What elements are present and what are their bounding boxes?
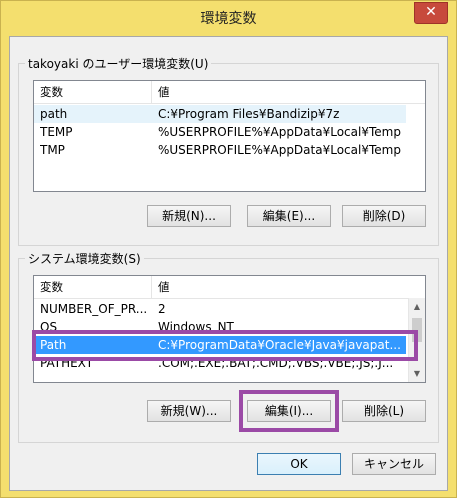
variable-value: 2 bbox=[158, 302, 166, 316]
user-variables-list[interactable]: 変数 値 path C:¥Program Files¥Bandizip¥7z T… bbox=[33, 80, 426, 192]
vertical-scrollbar[interactable]: ▲ ▼ bbox=[408, 298, 425, 382]
title-bar[interactable]: 環境変数 ✕ bbox=[1, 1, 456, 35]
dialog-client-area: takoyaki のユーザー環境変数(U) 変数 値 path C:¥Progr… bbox=[9, 36, 448, 491]
table-row[interactable]: PATHEXT .COM;.EXE;.BAT;.CMD;.VBS;.VBE;.J… bbox=[34, 354, 406, 372]
system-list-header: 変数 値 bbox=[34, 276, 425, 299]
table-row[interactable]: OS Windows_NT bbox=[34, 318, 406, 336]
variable-value: Windows_NT bbox=[158, 320, 234, 334]
cancel-button[interactable]: キャンセル bbox=[352, 453, 436, 475]
user-new-button[interactable]: 新規(N)... bbox=[147, 205, 231, 227]
table-row[interactable]: NUMBER_OF_PR... 2 bbox=[34, 300, 406, 318]
column-header-variable[interactable]: 変数 bbox=[34, 276, 152, 298]
scroll-thumb[interactable] bbox=[412, 318, 422, 342]
variable-name: OS bbox=[40, 320, 58, 334]
variable-name: TMP bbox=[40, 143, 65, 157]
variable-value: C:¥ProgramData¥Oracle¥Java¥javapat... bbox=[158, 338, 401, 352]
variable-name: NUMBER_OF_PR... bbox=[40, 302, 148, 316]
variable-name: path bbox=[40, 107, 68, 121]
column-header-value[interactable]: 値 bbox=[152, 81, 412, 103]
system-variables-list[interactable]: 変数 値 NUMBER_OF_PR... 2 OS Windows_NT Pat… bbox=[33, 275, 426, 383]
variable-name: PATHEXT bbox=[40, 356, 94, 370]
scroll-up-icon[interactable]: ▲ bbox=[409, 298, 425, 315]
scroll-down-icon[interactable]: ▼ bbox=[409, 365, 425, 382]
table-row[interactable]: TMP %USERPROFILE%¥AppData¥Local¥Temp bbox=[34, 141, 406, 159]
user-delete-button[interactable]: 削除(D) bbox=[342, 205, 426, 227]
column-header-variable[interactable]: 変数 bbox=[34, 81, 152, 103]
variable-name: Path bbox=[40, 338, 67, 352]
variable-name: TEMP bbox=[40, 125, 73, 139]
user-list-header: 変数 値 bbox=[34, 81, 425, 104]
close-button[interactable]: ✕ bbox=[414, 2, 448, 24]
variable-value: %USERPROFILE%¥AppData¥Local¥Temp bbox=[158, 125, 401, 139]
window-title: 環境変数 bbox=[200, 11, 257, 27]
user-variables-group: takoyaki のユーザー環境変数(U) 変数 値 path C:¥Progr… bbox=[18, 55, 439, 246]
close-icon: ✕ bbox=[425, 4, 437, 20]
system-new-button[interactable]: 新規(W)... bbox=[147, 400, 231, 422]
variable-value: C:¥Program Files¥Bandizip¥7z bbox=[158, 107, 340, 121]
system-variables-group: システム環境変数(S) 変数 値 NUMBER_OF_PR... 2 OS Wi… bbox=[18, 250, 439, 443]
system-delete-button[interactable]: 削除(L) bbox=[342, 400, 426, 422]
column-header-value[interactable]: 値 bbox=[152, 276, 412, 298]
ok-button[interactable]: OK bbox=[257, 453, 341, 475]
system-edit-button[interactable]: 編集(I)... bbox=[247, 400, 331, 422]
table-row[interactable]: TEMP %USERPROFILE%¥AppData¥Local¥Temp bbox=[34, 123, 406, 141]
variable-value: .COM;.EXE;.BAT;.CMD;.VBS;.VBE;.JS;.J... bbox=[158, 356, 394, 370]
user-variables-legend: takoyaki のユーザー環境変数(U) bbox=[25, 55, 212, 72]
table-row-selected[interactable]: Path C:¥ProgramData¥Oracle¥Java¥javapat.… bbox=[34, 336, 406, 354]
system-variables-legend: システム環境変数(S) bbox=[25, 250, 144, 267]
env-vars-dialog: 環境変数 ✕ takoyaki のユーザー環境変数(U) 変数 値 path C… bbox=[0, 0, 457, 498]
table-row[interactable]: path C:¥Program Files¥Bandizip¥7z bbox=[34, 105, 406, 123]
variable-value: %USERPROFILE%¥AppData¥Local¥Temp bbox=[158, 143, 401, 157]
user-edit-button[interactable]: 編集(E)... bbox=[247, 205, 331, 227]
